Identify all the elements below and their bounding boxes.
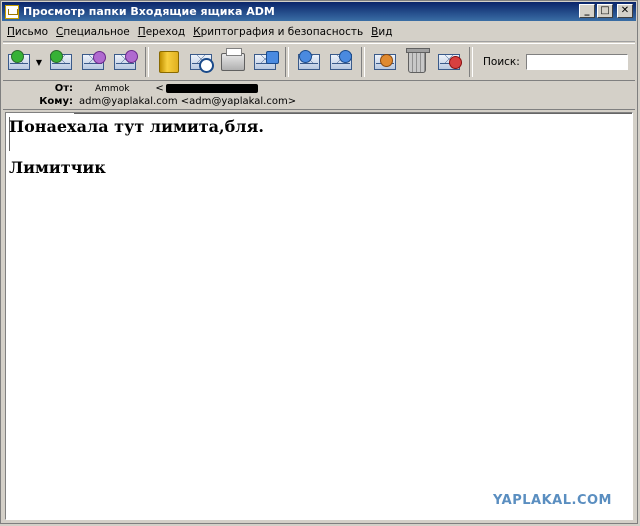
menu-crypto[interactable]: Криптография и безопасность <box>189 26 367 38</box>
from-address[interactable]: < <box>155 83 258 94</box>
window-controls: _ □ ✕ <box>579 4 633 18</box>
magnifier-badge <box>199 58 214 73</box>
menu-crypto-label: риптография и безопасность <box>200 26 364 38</box>
toolbar: ▼ Поиск: <box>3 43 635 81</box>
find-button[interactable] <box>187 48 215 76</box>
menu-go-mnemonic: П <box>137 26 146 38</box>
menu-view[interactable]: Вид <box>367 26 396 38</box>
receive-arrow-badge <box>11 50 24 63</box>
window-title: Просмотр папки Входящие ящика ADM <box>23 5 275 18</box>
search-input[interactable] <box>525 54 628 70</box>
menu-view-label: ид <box>378 26 393 38</box>
from-address-bracket: < <box>155 83 164 94</box>
save-button[interactable] <box>251 48 279 76</box>
menu-letter[interactable]: Письмо <box>3 26 52 38</box>
address-book-icon <box>159 51 179 73</box>
reply-all-button[interactable] <box>79 48 107 76</box>
toolbar-separator <box>285 47 289 77</box>
toolbar-separator <box>361 47 365 77</box>
next-button[interactable] <box>327 48 355 76</box>
delete-button[interactable] <box>371 48 399 76</box>
receive-dropdown-arrow[interactable]: ▼ <box>35 58 43 67</box>
redaction-mark <box>165 84 258 93</box>
title-bar[interactable]: Просмотр папки Входящие ящика ADM _ □ ✕ <box>2 2 636 21</box>
trash-button[interactable] <box>403 48 431 76</box>
maximize-button[interactable]: □ <box>597 4 613 18</box>
menu-letter-mnemonic: П <box>7 26 15 38</box>
search-label: Поиск: <box>483 56 520 68</box>
from-name[interactable]: Ammok <box>95 84 129 94</box>
menu-letter-label: исьмо <box>14 26 49 38</box>
save-badge <box>266 51 279 64</box>
message-body[interactable]: Понаехала тут лимита,бля. Лимитчик YAPLA… <box>5 112 633 520</box>
forward-button[interactable] <box>111 48 139 76</box>
receive-mail-button[interactable] <box>5 48 33 76</box>
site-watermark: YAPLAKAL.COM <box>493 493 612 508</box>
trash-icon <box>406 48 430 73</box>
reply-button[interactable] <box>47 48 75 76</box>
menu-bar: Письмо Специальное Переход Криптография … <box>3 23 635 42</box>
from-row: От: Ammok < <box>3 82 258 95</box>
minimize-button[interactable]: _ <box>579 4 595 18</box>
previous-button[interactable] <box>295 48 323 76</box>
junk-button[interactable] <box>435 48 463 76</box>
print-icon <box>221 48 245 71</box>
to-address[interactable]: adm@yaplakal.com <adm@yaplakal.com> <box>79 96 296 107</box>
close-button[interactable]: ✕ <box>617 4 633 18</box>
menu-go[interactable]: Переход <box>134 26 189 38</box>
reply-all-badge <box>93 51 106 64</box>
junk-badge <box>449 56 462 69</box>
mail-app-icon <box>5 4 19 19</box>
mail-viewer-window: Просмотр папки Входящие ящика ADM _ □ ✕ … <box>0 0 638 524</box>
message-line-1: Понаехала тут лимита,бля. <box>9 117 264 136</box>
menu-go-label: ереход <box>145 26 186 38</box>
print-button[interactable] <box>219 48 247 76</box>
delete-badge <box>380 54 393 67</box>
message-header: От: Ammok < Кому: adm@yaplakal.com <adm@… <box>3 81 635 110</box>
reply-badge <box>50 50 63 63</box>
message-line-2: Лимитчик <box>9 158 106 177</box>
menu-special[interactable]: Специальное <box>52 26 134 38</box>
next-badge <box>339 50 352 63</box>
toolbar-separator <box>145 47 149 77</box>
address-book-button[interactable] <box>155 48 183 76</box>
forward-badge <box>125 50 138 63</box>
menu-crypto-mnemonic: К <box>193 26 201 38</box>
from-label: От: <box>54 83 73 94</box>
body-top-rule <box>74 113 632 114</box>
menu-special-label: пециальное <box>63 26 130 38</box>
to-label: Кому: <box>39 96 73 107</box>
toolbar-separator <box>469 47 473 77</box>
to-row: Кому: adm@yaplakal.com <adm@yaplakal.com… <box>3 95 296 108</box>
previous-badge <box>299 50 312 63</box>
